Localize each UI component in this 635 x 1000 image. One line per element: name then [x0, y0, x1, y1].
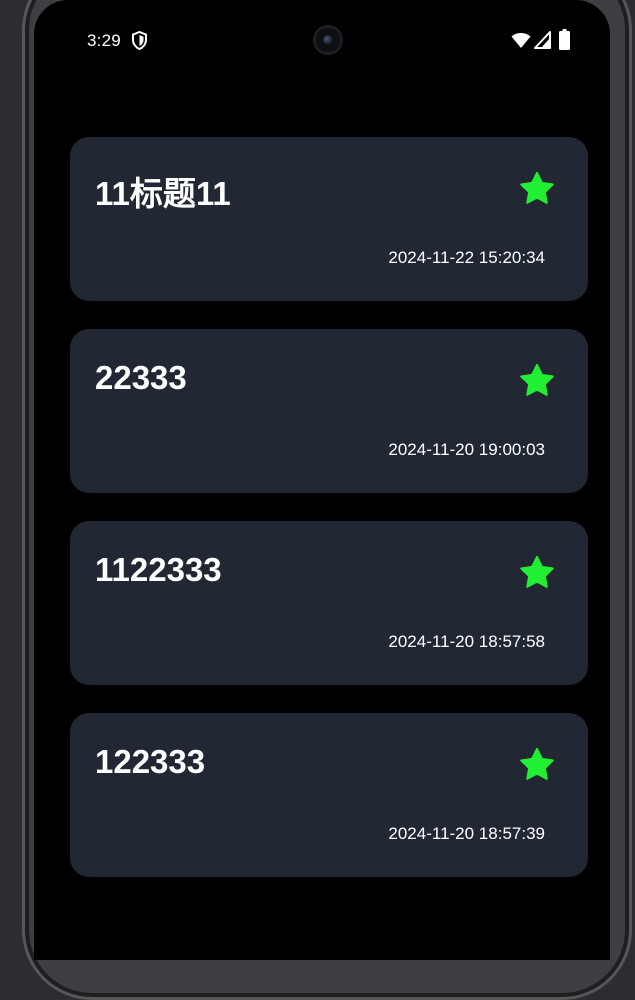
- note-card[interactable]: 22333 2024-11-20 19:00:03: [70, 329, 588, 493]
- shield-icon: [132, 31, 147, 50]
- star-icon[interactable]: [518, 362, 556, 400]
- signal-icon: [534, 31, 551, 49]
- status-bar: 3:29: [34, 0, 610, 80]
- note-card[interactable]: 1122333 2024-11-20 18:57:58: [70, 521, 588, 685]
- note-title: 122333: [95, 743, 206, 780]
- note-title: 11标题11: [95, 175, 231, 212]
- star-icon[interactable]: [518, 554, 556, 592]
- note-timestamp: 2024-11-20 19:00:03: [388, 440, 545, 459]
- star-icon[interactable]: [518, 746, 556, 784]
- note-title: 22333: [95, 359, 187, 396]
- camera-punch-hole: [313, 25, 343, 55]
- status-time: 3:29: [87, 31, 121, 50]
- note-timestamp: 2024-11-20 18:57:58: [388, 632, 545, 651]
- note-card[interactable]: 122333 2024-11-20 18:57:39: [70, 713, 588, 877]
- note-timestamp: 2024-11-20 18:57:39: [388, 824, 545, 843]
- wifi-icon: [511, 32, 531, 48]
- note-card[interactable]: 11标题11 2024-11-22 15:20:34: [70, 137, 588, 301]
- note-title: 1122333: [95, 551, 222, 588]
- phone-screen: 3:29 11标题11 2024-11-22 15:20:34 22333 20…: [34, 0, 610, 960]
- star-icon[interactable]: [518, 170, 556, 208]
- battery-icon: [559, 29, 570, 50]
- note-timestamp: 2024-11-22 15:20:34: [388, 248, 545, 267]
- note-list: 11标题11 2024-11-22 15:20:34 22333 2024-11…: [70, 137, 588, 905]
